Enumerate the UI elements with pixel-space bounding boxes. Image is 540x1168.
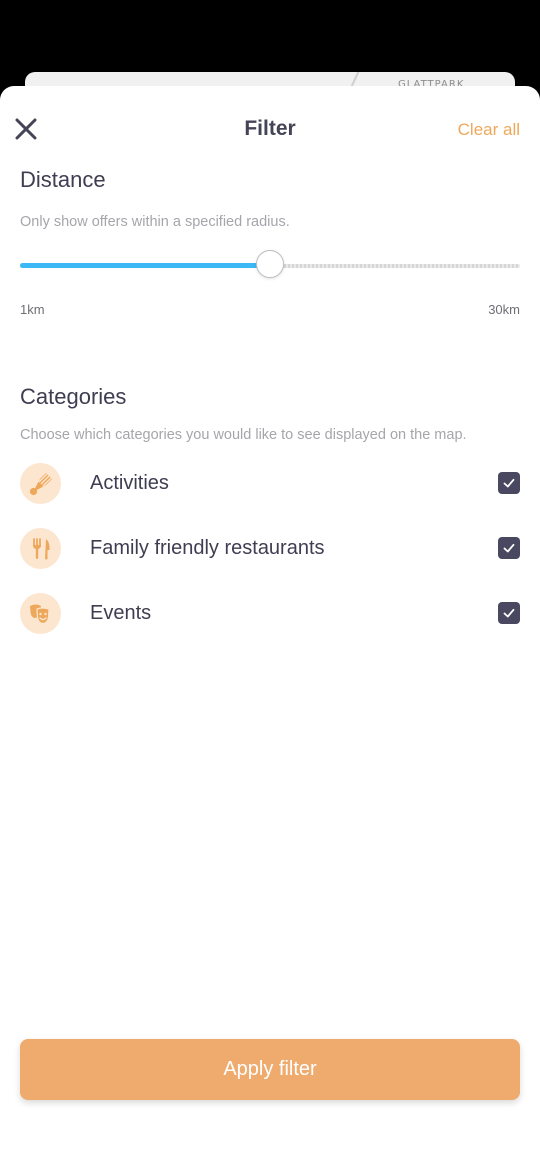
- slider-fill: [20, 263, 270, 268]
- distance-title: Distance: [20, 167, 106, 192]
- category-icon-wrap: [20, 463, 61, 504]
- filter-sheet: Filter Clear all Distance Only show offe…: [0, 86, 540, 1168]
- checkmark-icon: [503, 543, 515, 553]
- category-item-restaurants[interactable]: Family friendly restaurants: [20, 528, 520, 570]
- checkmark-icon: [503, 608, 515, 618]
- shuttlecock-icon: [29, 472, 52, 495]
- category-checkbox[interactable]: [498, 602, 520, 624]
- category-item-activities[interactable]: Activities: [20, 463, 520, 505]
- apply-filter-button[interactable]: Apply filter: [20, 1039, 520, 1100]
- distance-min-label: 1km: [20, 302, 45, 317]
- category-icon-wrap: [20, 528, 61, 569]
- theater-masks-icon: [29, 604, 50, 624]
- category-label: Activities: [90, 472, 169, 494]
- distance-slider[interactable]: [20, 250, 520, 282]
- category-label: Events: [90, 602, 152, 624]
- fork-knife-icon: [32, 537, 50, 559]
- distance-max-label: 30km: [488, 302, 520, 317]
- category-checkbox[interactable]: [498, 537, 520, 559]
- slider-thumb[interactable]: [256, 250, 284, 278]
- clear-all-button[interactable]: Clear all: [458, 120, 520, 140]
- distance-description: Only show offers within a specified radi…: [20, 214, 290, 230]
- category-checkbox[interactable]: [498, 472, 520, 494]
- category-label: Family friendly restaurants: [90, 537, 325, 559]
- categories-title: Categories: [20, 384, 127, 409]
- categories-description: Choose which categories you would like t…: [20, 427, 467, 443]
- category-item-events[interactable]: Events: [20, 593, 520, 635]
- checkmark-icon: [503, 478, 515, 488]
- category-icon-wrap: [20, 593, 61, 634]
